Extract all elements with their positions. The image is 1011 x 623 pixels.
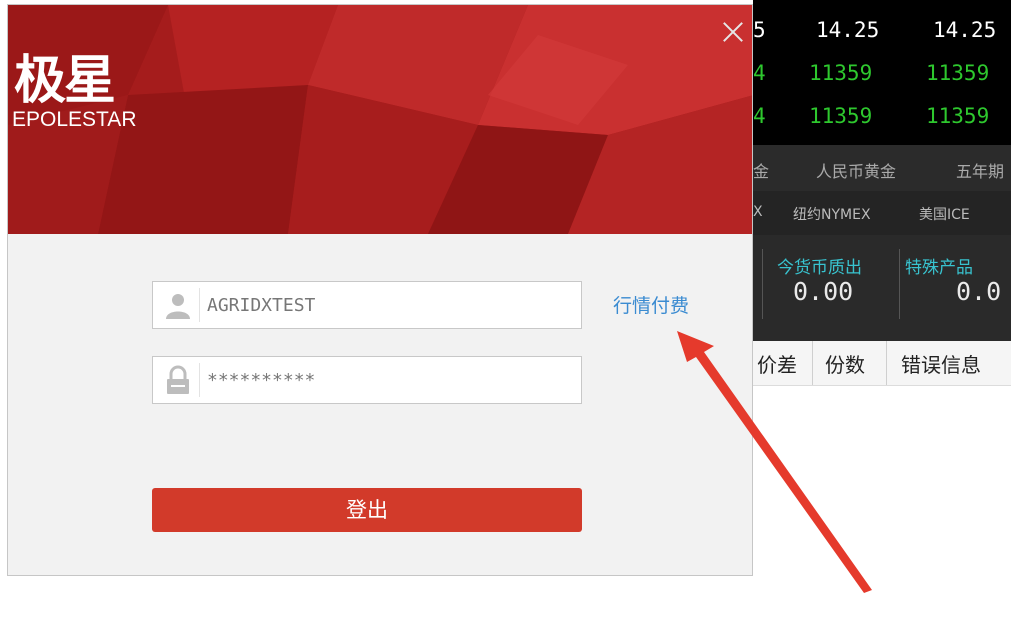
tab-rmb-gold[interactable]: 人民币黄金 xyxy=(816,158,896,182)
divider xyxy=(762,249,763,319)
quote-cell: 14.25 xyxy=(933,18,997,42)
close-icon[interactable] xyxy=(720,19,746,45)
divider xyxy=(899,249,900,319)
quote-cell: 5 xyxy=(753,18,766,42)
password-field[interactable] xyxy=(152,356,582,404)
tab-five-year[interactable]: 五年期 xyxy=(956,158,1004,182)
quote-cell: 11359 xyxy=(809,61,873,85)
divider xyxy=(199,288,200,322)
tab-ice[interactable]: 美国ICE xyxy=(919,204,970,224)
lock-icon xyxy=(167,365,189,394)
quote-panel: 5 14.25 14.25 4 11359 11359 4 11359 1135… xyxy=(753,0,1011,145)
market-tabs: 金 人民币黄金 五年期 xyxy=(753,145,1011,192)
column-header[interactable]: 错误信息 xyxy=(901,349,981,378)
divider xyxy=(812,341,813,385)
tab-gold[interactable]: 金 xyxy=(753,158,769,182)
divider xyxy=(886,341,887,385)
logo-chinese: 极星 xyxy=(14,51,116,111)
value-amount: 0.0 xyxy=(956,277,1002,306)
quote-cell: 11359 xyxy=(809,104,873,128)
logout-button[interactable]: 登出 xyxy=(152,488,582,532)
quote-cell: 4 xyxy=(753,61,766,85)
quote-cell: 4 xyxy=(753,104,766,128)
username-input[interactable] xyxy=(207,290,567,320)
value-amount: 0.00 xyxy=(793,277,854,306)
quote-payment-link[interactable]: 行情付费 xyxy=(613,291,689,318)
password-input[interactable] xyxy=(207,365,567,395)
value-label: 特殊产品 xyxy=(905,258,973,278)
quote-cell: 11359 xyxy=(926,61,990,85)
value-label: 今货币质出 xyxy=(777,258,862,278)
tab-exchange-x[interactable]: X xyxy=(753,204,763,220)
user-icon xyxy=(166,294,190,319)
login-dialog: 极星 EPOLESTAR 行情付费 登出 xyxy=(7,4,753,576)
quote-cell: 14.25 xyxy=(816,18,880,42)
column-header[interactable]: 价差 xyxy=(757,349,797,378)
username-field[interactable] xyxy=(152,281,582,329)
order-table-header: 价差 份数 错误信息 xyxy=(753,341,1011,386)
exchange-tabs: X 纽约NYMEX 美国ICE xyxy=(753,191,1011,235)
column-header[interactable]: 份数 xyxy=(825,349,865,378)
tab-nymex[interactable]: 纽约NYMEX xyxy=(793,204,871,224)
quote-cell: 11359 xyxy=(926,104,990,128)
brand-banner: 极星 EPOLESTAR xyxy=(8,5,752,234)
divider xyxy=(199,363,200,397)
account-values: 今货币质出 0.00 特殊产品 0.0 xyxy=(753,235,1011,341)
logo-english: EPOLESTAR xyxy=(12,108,137,131)
